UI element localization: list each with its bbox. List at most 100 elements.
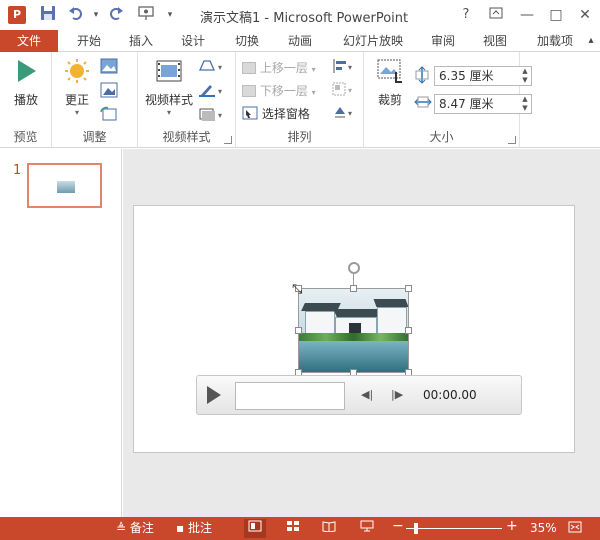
group-video-styles: 视频样式 ▾ ▾ ▾ ▾ 视频样式 xyxy=(138,52,236,148)
rotate-button[interactable]: ▾ xyxy=(332,104,356,124)
send-backward-button[interactable]: 下移一层 ▾ xyxy=(242,81,316,101)
fit-to-window-icon xyxy=(568,521,582,533)
selection-pane-button[interactable]: 选择窗格 xyxy=(242,104,310,124)
comments-button[interactable]: ▪ 批注 xyxy=(176,521,212,536)
undo-icon[interactable] xyxy=(66,5,86,25)
height-spinner-icon[interactable]: ▲ ▼ xyxy=(519,67,531,85)
play-button[interactable]: 播放 xyxy=(6,58,46,108)
dialog-launcher-icon[interactable] xyxy=(508,136,516,144)
tab-slide-show[interactable]: 幻灯片放映 xyxy=(334,30,412,52)
resize-handle-left[interactable] xyxy=(295,327,302,334)
window-title: 演示文稿1 - Microsoft PowerPoint xyxy=(200,11,409,26)
slide-canvas[interactable]: ⤡ ◀| |▶ 00:00.00 xyxy=(133,205,575,453)
slide-show-button[interactable] xyxy=(356,519,378,538)
svg-text:▾: ▾ xyxy=(218,63,222,72)
save-icon[interactable] xyxy=(38,5,58,25)
notes-button[interactable]: ≜ 备注 xyxy=(116,521,154,536)
film-strip-icon xyxy=(142,58,196,87)
zoom-slider-track[interactable] xyxy=(406,528,502,529)
width-spinner-icon[interactable]: ▲ ▼ xyxy=(519,95,531,113)
group-arrange: 上移一层 ▾ 下移一层 ▾ 选择窗格 ▾ ▾ ▾ 排列 xyxy=(236,52,364,148)
align-icon: ▾ xyxy=(333,59,352,73)
group-label-preview: 预览 xyxy=(13,130,38,144)
rotate-handle-icon[interactable] xyxy=(348,262,360,274)
chevron-down-icon: ▾ xyxy=(74,108,79,117)
tab-transitions[interactable]: 切换 xyxy=(226,30,268,52)
chevron-down-icon: ▾ xyxy=(166,108,171,117)
status-bar: ≜ 备注 ▪ 批注 − + 35% xyxy=(0,517,600,540)
tab-view[interactable]: 视图 xyxy=(474,30,516,52)
video-effects-button[interactable]: ▾ xyxy=(198,106,228,126)
tab-addins[interactable]: 加载项 xyxy=(528,30,582,52)
width-field[interactable]: 8.47 厘米 ▲ ▼ xyxy=(434,94,532,114)
tab-home[interactable]: 开始 xyxy=(68,30,110,52)
video-styles-button[interactable]: 视频样式 ▾ xyxy=(142,58,196,117)
tab-design[interactable]: 设计 xyxy=(172,30,214,52)
normal-view-button[interactable] xyxy=(244,519,266,538)
minimize-button[interactable]: — xyxy=(516,4,538,26)
slide-thumbnail[interactable] xyxy=(27,163,102,208)
comments-label: 批注 xyxy=(187,521,212,535)
svg-text:▾: ▾ xyxy=(348,86,352,95)
reading-view-button[interactable] xyxy=(318,519,340,538)
play-label: 播放 xyxy=(13,93,38,107)
crop-button[interactable]: 裁剪 xyxy=(370,58,410,108)
undo-dropdown-icon[interactable]: ▾ xyxy=(86,5,106,25)
tab-file[interactable]: 文件 xyxy=(0,30,58,52)
selection-pane-icon xyxy=(242,106,258,120)
crop-icon xyxy=(370,58,410,87)
chevron-down-icon: ▾ xyxy=(311,88,316,97)
group-objects-button[interactable]: ▾ xyxy=(332,81,356,101)
skip-back-icon[interactable]: ◀| xyxy=(361,388,373,401)
notes-icon: ≜ xyxy=(116,521,127,535)
tab-animations[interactable]: 动画 xyxy=(279,30,321,52)
tab-review[interactable]: 审阅 xyxy=(422,30,464,52)
ribbon: 播放 预览 更正 ▾ 调整 视频样式 ▾ ▾ ▾ ▾ 视频样式 上移一层 ▾ 下… xyxy=(0,52,600,148)
reset-design-button[interactable] xyxy=(100,106,118,126)
zoom-out-button[interactable]: − xyxy=(392,519,404,534)
group-label-size: 大小 xyxy=(429,130,454,144)
collapse-ribbon-icon[interactable]: ▴ xyxy=(584,30,598,52)
height-icon xyxy=(414,66,434,86)
group-adjust: 更正 ▾ 调整 xyxy=(52,52,138,148)
svg-text:▾: ▾ xyxy=(218,87,222,96)
video-border-button[interactable]: ▾ xyxy=(198,82,228,102)
maximize-button[interactable]: □ xyxy=(545,4,567,26)
color-button[interactable] xyxy=(100,58,118,78)
play-pause-icon[interactable] xyxy=(207,386,221,404)
close-button[interactable]: ✕ xyxy=(574,4,596,26)
width-value: 8.47 厘米 xyxy=(439,97,494,111)
skip-forward-icon[interactable]: |▶ xyxy=(391,388,403,401)
bring-forward-button[interactable]: 上移一层 ▾ xyxy=(242,58,316,78)
resize-handle-top[interactable] xyxy=(350,285,357,292)
redo-icon[interactable] xyxy=(106,5,126,25)
fit-to-window-button[interactable] xyxy=(568,521,582,537)
present-from-beginning-icon[interactable] xyxy=(136,5,156,25)
powerpoint-app-icon[interactable]: P xyxy=(8,6,26,24)
zoom-in-button[interactable]: + xyxy=(506,519,518,534)
customize-toolbar-icon[interactable]: ▾ xyxy=(160,5,180,25)
video-time: 00:00.00 xyxy=(423,388,477,402)
corrections-button[interactable]: 更正 ▾ xyxy=(60,58,94,117)
send-backward-icon xyxy=(242,85,256,97)
align-button[interactable]: ▾ xyxy=(332,58,356,78)
video-border-icon: ▾ xyxy=(199,85,222,97)
video-player-controls: ◀| |▶ 00:00.00 xyxy=(196,375,522,415)
help-button[interactable]: ? xyxy=(455,4,477,26)
video-shape-button[interactable]: ▾ xyxy=(198,58,228,78)
dialog-launcher-icon[interactable] xyxy=(224,136,232,144)
slide-sorter-button[interactable] xyxy=(282,519,304,538)
ribbon-tabs: 文件 开始 插入 设计 切换 动画 幻灯片放映 审阅 视图 加载项 ▴ xyxy=(0,30,600,52)
ribbon-display-options-icon[interactable] xyxy=(485,4,507,26)
zoom-level[interactable]: 35% xyxy=(530,521,557,536)
zoom-slider-thumb[interactable] xyxy=(414,523,418,534)
slide-number: 1 xyxy=(13,163,22,178)
poster-frame-button[interactable] xyxy=(100,82,118,102)
resize-handle-top-right[interactable] xyxy=(405,285,412,292)
normal-view-icon xyxy=(248,520,262,532)
resize-handle-right[interactable] xyxy=(405,327,412,334)
tab-insert[interactable]: 插入 xyxy=(120,30,162,52)
slide-editor: ⤡ ◀| |▶ 00:00.00 xyxy=(123,149,600,517)
video-progress-bar[interactable] xyxy=(235,382,345,410)
height-field[interactable]: 6.35 厘米 ▲ ▼ xyxy=(434,66,532,86)
